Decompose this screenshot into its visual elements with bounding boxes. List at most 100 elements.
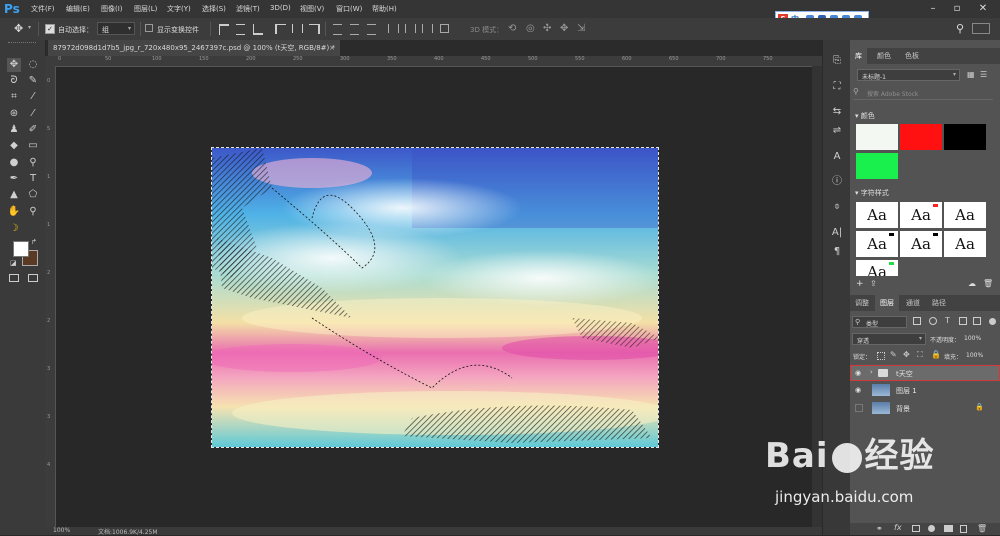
- upload-icon[interactable]: ⇪: [870, 279, 877, 288]
- dodge-tool-icon[interactable]: ⚲: [26, 156, 40, 170]
- filter-type-icon[interactable]: T: [945, 316, 950, 325]
- library-select[interactable]: 未标题-1 ▾: [857, 69, 960, 81]
- filter-adjustment-icon[interactable]: [929, 317, 937, 325]
- eraser-tool-icon[interactable]: ◆: [7, 139, 21, 153]
- auto-select-dropdown[interactable]: 组 ▾: [97, 22, 135, 35]
- crop-tool-icon[interactable]: ⌗: [7, 90, 21, 104]
- new-group-icon[interactable]: [944, 525, 953, 532]
- align-vcenter-icon[interactable]: [236, 24, 245, 35]
- align-top-icon[interactable]: [219, 24, 229, 35]
- brush-settings-icon[interactable]: ⇌: [830, 124, 844, 138]
- 3d-pan-icon[interactable]: ✣: [543, 23, 551, 34]
- swap-colors-icon[interactable]: ↱: [31, 238, 37, 246]
- auto-align-icon[interactable]: [440, 24, 449, 33]
- glyphs-panel-icon[interactable]: ¶: [830, 245, 844, 259]
- chevron-right-icon[interactable]: ›: [870, 368, 873, 376]
- eye-off-icon[interactable]: [855, 404, 863, 412]
- tab-paths[interactable]: 路径: [927, 295, 951, 311]
- move-tool-icon[interactable]: ✥: [14, 22, 23, 35]
- layer-filter-select[interactable]: ⚲ 类型: [852, 316, 907, 328]
- distribute-top-icon[interactable]: [333, 24, 342, 35]
- menu-window[interactable]: 窗口(W): [336, 4, 362, 14]
- char-style-tile[interactable]: Aa: [856, 260, 898, 276]
- lock-transparent-icon[interactable]: [877, 352, 885, 360]
- history-brush-tool-icon[interactable]: ✐: [26, 123, 40, 137]
- type-tool-icon[interactable]: T: [26, 172, 40, 186]
- workspace-switcher-icon[interactable]: [972, 23, 990, 34]
- color-swatch-black[interactable]: [944, 124, 986, 150]
- blend-mode-select[interactable]: 穿透 ▾: [852, 333, 926, 345]
- align-right-icon[interactable]: [309, 24, 320, 34]
- align-hcenter-icon[interactable]: [292, 24, 303, 33]
- lasso-tool-icon[interactable]: ᘐ: [7, 74, 21, 88]
- info-panel-icon[interactable]: ⓘ: [830, 175, 844, 189]
- history-panel-icon[interactable]: ⎘: [830, 54, 844, 68]
- distribute-right-icon[interactable]: [422, 24, 433, 33]
- paragraph-panel-icon[interactable]: A|: [830, 226, 844, 240]
- lock-artboard-icon[interactable]: ⛶: [917, 350, 923, 360]
- color-swatch-white[interactable]: [856, 124, 898, 150]
- shape-tool-icon[interactable]: ⬠: [26, 188, 40, 202]
- filter-shape-icon[interactable]: [959, 317, 967, 325]
- minimize-icon[interactable]: –: [922, 2, 944, 16]
- grid-view-icon[interactable]: ▦: [967, 70, 975, 79]
- lock-all-icon[interactable]: 🔒: [931, 350, 941, 359]
- menu-type[interactable]: 文字(Y): [167, 4, 191, 14]
- tab-layers[interactable]: 图层: [875, 295, 899, 311]
- chevron-down-icon[interactable]: ▾: [28, 24, 31, 31]
- distribute-hcenter-icon[interactable]: [405, 24, 416, 33]
- stamp-tool-icon[interactable]: ♟: [7, 123, 21, 137]
- distribute-left-icon[interactable]: [388, 24, 399, 33]
- delete-icon[interactable]: 🗑: [983, 279, 993, 288]
- eye-icon[interactable]: ◉: [855, 386, 863, 394]
- marquee-tool-icon[interactable]: ◌: [26, 58, 40, 72]
- foreground-color-swatch[interactable]: [13, 241, 29, 257]
- brush-tool-icon[interactable]: ⁄: [26, 107, 40, 121]
- tab-libraries[interactable]: 库: [850, 48, 867, 64]
- quick-select-tool-icon[interactable]: ✎: [26, 74, 40, 88]
- tab-color[interactable]: 颜色: [872, 48, 896, 64]
- hand-tool-icon[interactable]: ✋: [7, 205, 21, 219]
- path-select-tool-icon[interactable]: ▲: [7, 188, 21, 202]
- edit-toolbar-icon[interactable]: ☽: [7, 222, 21, 236]
- new-layer-icon[interactable]: [960, 525, 967, 533]
- auto-select-checkbox[interactable]: ✓: [45, 24, 55, 34]
- opacity-field[interactable]: 100%: [964, 333, 997, 345]
- layer-row[interactable]: 背景 🔒: [850, 400, 1000, 416]
- layer-row[interactable]: ◉ › t天空: [850, 365, 1000, 381]
- pen-tool-icon[interactable]: ✒: [7, 172, 21, 186]
- lock-position-icon[interactable]: ✥: [903, 350, 910, 359]
- search-icon[interactable]: ⚲: [956, 22, 964, 35]
- filter-pixel-icon[interactable]: [913, 317, 921, 325]
- adjust-panel-icon[interactable]: ⇆: [830, 105, 844, 119]
- gradient-tool-icon[interactable]: ▭: [26, 139, 40, 153]
- adjustment-layer-icon[interactable]: [928, 525, 935, 532]
- align-bottom-icon[interactable]: [253, 24, 263, 35]
- zoom-level[interactable]: 100%: [53, 527, 70, 534]
- add-content-icon[interactable]: +: [856, 279, 864, 289]
- close-tab-icon[interactable]: ×: [329, 40, 335, 56]
- healing-tool-icon[interactable]: ⊛: [7, 107, 21, 121]
- menu-filter[interactable]: 滤镜(T): [236, 4, 260, 14]
- align-left-icon[interactable]: [275, 24, 286, 34]
- maximize-icon[interactable]: ▫: [946, 2, 968, 16]
- color-swatch-red[interactable]: [900, 124, 942, 150]
- distribute-bottom-icon[interactable]: [367, 24, 376, 35]
- char-style-tile[interactable]: Aa: [856, 231, 898, 257]
- eye-icon[interactable]: ◉: [855, 369, 863, 377]
- quick-mask-icon[interactable]: [9, 274, 19, 282]
- cc-icon[interactable]: ☁: [968, 279, 976, 288]
- char-style-tile[interactable]: Aa: [856, 202, 898, 228]
- char-style-tile[interactable]: Aa: [900, 231, 942, 257]
- char-style-tile[interactable]: Aa: [900, 202, 942, 228]
- actions-panel-icon[interactable]: ⛶: [830, 80, 844, 94]
- 3d-slide-icon[interactable]: ✥: [560, 23, 568, 34]
- menu-layer[interactable]: 图层(L): [134, 4, 157, 14]
- 3d-roll-icon[interactable]: ◎: [526, 23, 535, 34]
- filter-toggle-icon[interactable]: [989, 318, 996, 325]
- tab-adjustments[interactable]: 调整: [850, 295, 874, 311]
- eyedropper-tool-icon[interactable]: ⁄: [26, 90, 40, 104]
- menu-edit[interactable]: 编辑(E): [66, 4, 90, 14]
- clone-source-icon[interactable]: ⌽: [830, 200, 844, 214]
- menu-file[interactable]: 文件(F): [31, 4, 55, 14]
